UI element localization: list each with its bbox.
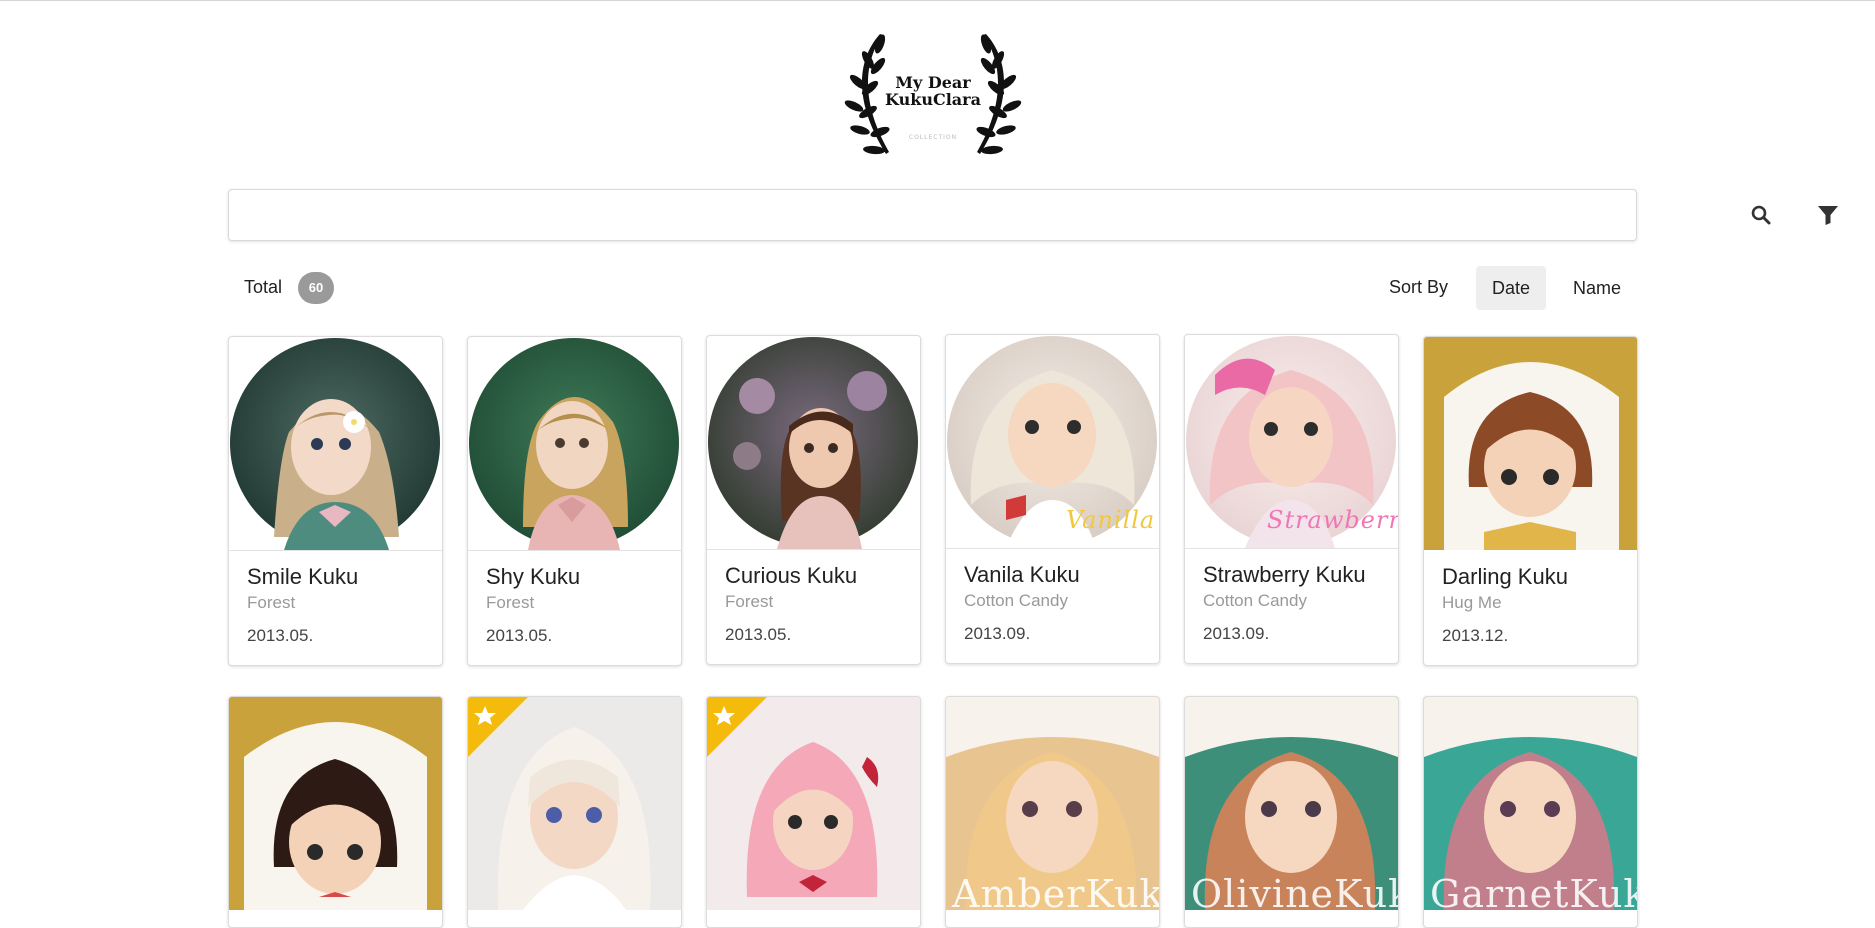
doll-date: 2013.12. xyxy=(1442,626,1509,645)
doll-image xyxy=(468,697,681,910)
doll-name: Curious Kuku xyxy=(725,563,858,588)
doll-series: Forest xyxy=(486,593,535,612)
doll-card[interactable]: AmberKuku xyxy=(945,696,1160,928)
doll-series: Forest xyxy=(247,593,296,612)
doll-date: 2013.05. xyxy=(486,626,553,645)
sort-date-button[interactable]: Date xyxy=(1476,266,1546,310)
doll-name: Vanila Kuku xyxy=(964,562,1080,587)
search-button[interactable] xyxy=(1748,202,1774,228)
doll-series: Cotton Candy xyxy=(1203,591,1307,610)
search-icon xyxy=(1751,205,1771,225)
site-logo[interactable]: My Dear KukuClara COLLECTION xyxy=(840,26,1026,162)
doll-image: OlivineKuku xyxy=(1185,697,1398,910)
doll-date: 2013.05. xyxy=(725,625,792,644)
doll-name: Darling Kuku xyxy=(1442,564,1568,589)
doll-series: Forest xyxy=(725,592,774,611)
doll-card[interactable] xyxy=(706,696,921,928)
doll-card[interactable]: Darling Kuku Hug Me 2013.12. xyxy=(1423,336,1638,666)
doll-card[interactable]: Curious Kuku Forest 2013.05. xyxy=(706,335,921,665)
doll-image xyxy=(229,337,442,551)
doll-image: Strawberry xyxy=(1185,335,1398,549)
doll-card[interactable]: Vanilla Vanila Kuku Cotton Candy 2013.09… xyxy=(945,334,1160,664)
image-overlay-text: GarnetKuku xyxy=(1430,872,1637,910)
doll-image xyxy=(229,697,442,910)
total-label: Total xyxy=(244,277,283,297)
doll-card[interactable]: GarnetKuku xyxy=(1423,696,1638,928)
doll-name: Strawberry Kuku xyxy=(1203,562,1366,587)
doll-card[interactable] xyxy=(467,696,682,928)
doll-name: Shy Kuku xyxy=(486,564,581,589)
doll-card[interactable]: OlivineKuku xyxy=(1184,696,1399,928)
doll-date: 2013.09. xyxy=(1203,624,1270,643)
doll-date: 2013.09. xyxy=(964,624,1031,643)
doll-series: Hug Me xyxy=(1442,593,1502,612)
doll-image xyxy=(468,337,681,551)
logo-text-line3: COLLECTION xyxy=(908,134,958,141)
total-count-badge: 60 xyxy=(298,272,334,304)
image-overlay-text: Strawberry xyxy=(1267,506,1398,534)
search-bar xyxy=(228,189,1838,241)
image-overlay-text: AmberKuku xyxy=(952,872,1159,910)
sort-name-button[interactable]: Name xyxy=(1562,266,1632,310)
doll-image xyxy=(707,336,920,550)
filter-icon xyxy=(1818,206,1838,225)
featured-ribbon xyxy=(468,697,528,757)
image-overlay-text: Vanilla xyxy=(1066,506,1156,534)
filter-button[interactable] xyxy=(1815,202,1841,228)
doll-image xyxy=(1424,337,1637,550)
doll-image: AmberKuku xyxy=(946,697,1159,910)
doll-card[interactable]: Shy Kuku Forest 2013.05. xyxy=(467,336,682,666)
doll-image: GarnetKuku xyxy=(1424,697,1637,910)
doll-image: Vanilla xyxy=(946,335,1159,549)
doll-name: Smile Kuku xyxy=(247,564,359,589)
doll-series: Cotton Candy xyxy=(964,591,1068,610)
search-input[interactable] xyxy=(241,198,1505,234)
doll-card[interactable] xyxy=(228,696,443,928)
image-overlay-text: OlivineKuku xyxy=(1191,872,1398,910)
top-divider xyxy=(0,0,1875,1)
featured-ribbon xyxy=(707,697,767,757)
doll-image xyxy=(707,697,920,910)
sort-by-label: Sort By xyxy=(1389,277,1449,297)
doll-card[interactable]: Smile Kuku Forest 2013.05. xyxy=(228,336,443,666)
doll-date: 2013.05. xyxy=(247,626,314,645)
doll-card[interactable]: Strawberry Strawberry Kuku Cotton Candy … xyxy=(1184,334,1399,664)
logo-text-line2: KukuClara xyxy=(885,90,981,109)
